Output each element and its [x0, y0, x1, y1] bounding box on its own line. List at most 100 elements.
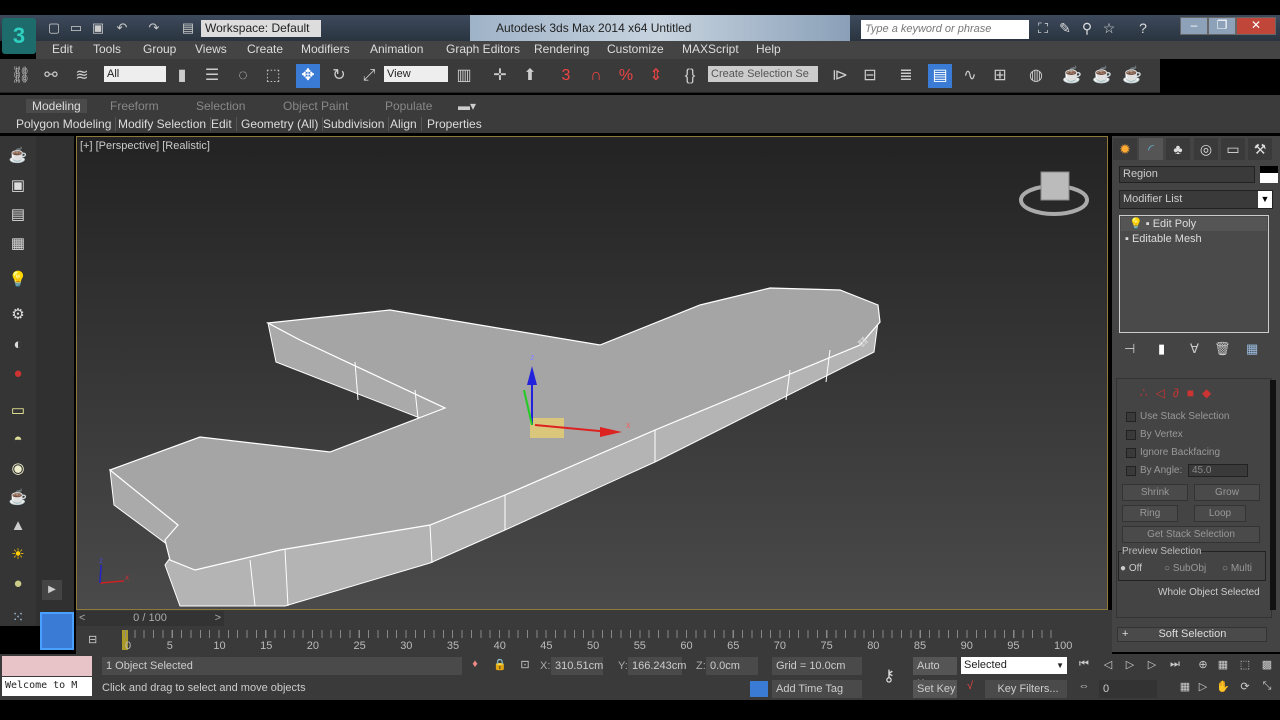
key-curve-icon[interactable]: √ [961, 680, 979, 696]
tick-label: 40 [493, 640, 506, 652]
stack-item-editable-mesh[interactable]: ▪ Editable Mesh [1121, 232, 1267, 246]
previous-frame-icon[interactable]: ◁ [1099, 658, 1117, 674]
motion-tab-icon[interactable]: ◎ [1194, 138, 1218, 160]
z-coordinate-field[interactable]: 0.0cm [706, 657, 758, 675]
go-to-end-icon[interactable]: ⏭ [1166, 658, 1184, 674]
gizmo-z-label: z [530, 352, 535, 362]
next-frame-icon[interactable]: ▷ [1143, 658, 1161, 674]
preview-subobj-radio[interactable]: ○ SubObj [1164, 563, 1206, 574]
tick-label: 25 [353, 640, 366, 652]
zoom-icon[interactable]: ⊕ [1194, 658, 1212, 674]
move-cursor-icon: ✥ [857, 334, 869, 350]
key-mode-toggle-icon[interactable]: ⇔ [1075, 680, 1093, 696]
stack-item-label: Edit Poly [1152, 218, 1197, 230]
get-stack-selection-button[interactable]: Get Stack Selection [1122, 526, 1260, 543]
use-stack-selection-label: Use Stack Selection [1140, 411, 1230, 422]
shrink-button[interactable]: Shrink [1122, 484, 1188, 501]
absolute-mode-icon[interactable]: ⊡ [516, 658, 534, 674]
stack-item-edit-poly[interactable]: 💡 ▪ Edit Poly [1121, 217, 1267, 231]
time-configuration-icon[interactable]: ▦ [1176, 680, 1194, 696]
tick-label: 0 [125, 640, 132, 652]
time-tag-icon[interactable] [750, 681, 768, 697]
ring-button[interactable]: Ring [1122, 505, 1178, 522]
prev-frame-arrow[interactable]: < [79, 611, 85, 626]
go-to-start-icon[interactable]: ⏮ [1075, 658, 1093, 674]
current-frame-field[interactable]: 0 [1099, 680, 1157, 698]
by-vertex-checkbox[interactable] [1126, 430, 1136, 440]
maximize-viewport-icon[interactable]: ⤡ [1258, 680, 1276, 696]
tick-label: 85 [913, 640, 927, 652]
preview-off-label: Off [1128, 563, 1142, 574]
preview-multi-radio[interactable]: ○ Multi [1222, 563, 1252, 574]
viewcube[interactable] [1019, 171, 1089, 216]
expand-icon: + [1122, 628, 1129, 640]
set-keys-icon[interactable]: ⚷ [870, 660, 908, 694]
gizmo-x-label: x [626, 420, 631, 430]
isolate-selection-icon[interactable]: ♦ [466, 658, 484, 674]
x-coordinate-field[interactable]: 310.51cm [551, 657, 603, 675]
key-mode-dropdown[interactable]: Selected ▼ [961, 657, 1067, 674]
selection-lock-icon[interactable]: 🔒 [491, 658, 509, 674]
pin-stack-icon[interactable]: ⊣ [1124, 341, 1135, 357]
soft-selection-rollout[interactable]: + Soft Selection [1117, 627, 1267, 642]
play-icon[interactable]: ▷ [1121, 658, 1139, 674]
tick-label: 65 [727, 640, 740, 652]
axis-x-label: x [125, 573, 129, 582]
tick-label: 100 [1054, 640, 1073, 652]
ignore-backfacing-label: Ignore Backfacing [1140, 447, 1221, 458]
grid-size: Grid = 10.0cm [772, 657, 862, 675]
use-stack-selection-checkbox[interactable] [1126, 412, 1136, 422]
display-tab-icon[interactable]: ▭ [1221, 138, 1245, 160]
utilities-tab-icon[interactable]: ⚒ [1248, 138, 1272, 160]
modify-tab-icon[interactable]: ◜ [1139, 138, 1163, 160]
selection-status: Whole Object Selected [1158, 587, 1260, 598]
mini-curve-editor-button[interactable] [40, 612, 74, 650]
zoom-extents-all-icon[interactable]: ▩ [1258, 658, 1276, 674]
tick-label: 30 [400, 640, 413, 652]
y-coordinate-field[interactable]: 166.243cm [628, 657, 686, 675]
by-angle-checkbox[interactable] [1126, 466, 1136, 476]
time-slider[interactable]: <0 / 100 > [76, 611, 224, 626]
command-panel-scrollbar[interactable] [1270, 380, 1276, 610]
stack-item-label: Editable Mesh [1131, 233, 1202, 245]
x-label: X: [540, 660, 551, 672]
orbit-icon[interactable]: ⟳ [1236, 680, 1254, 696]
zoom-extents-icon[interactable]: ⬚ [1236, 658, 1254, 674]
add-time-tag-button[interactable]: Add Time Tag [772, 680, 862, 698]
track-bar-ticks[interactable] [125, 630, 1060, 638]
pan-icon[interactable]: ✋ [1214, 680, 1232, 696]
maxscript-listener-input[interactable]: Welcome to M [2, 677, 92, 696]
auto-key-button[interactable]: Auto Key [913, 657, 957, 690]
tick-label: 50 [587, 640, 600, 652]
set-key-button[interactable]: Set Key [913, 680, 957, 698]
angle-spinner[interactable]: 45.0 [1188, 464, 1248, 477]
zoom-all-icon[interactable]: ▦ [1214, 658, 1232, 674]
tick-label: 95 [1007, 640, 1020, 652]
soft-selection-label: Soft Selection [1158, 628, 1227, 640]
ignore-backfacing-checkbox[interactable] [1126, 448, 1136, 458]
grow-button[interactable]: Grow [1194, 484, 1260, 501]
hierarchy-tab-icon[interactable]: ♣ [1166, 138, 1190, 160]
next-frame-arrow[interactable]: > [215, 611, 221, 626]
tick-label: 55 [633, 640, 646, 652]
subobject-level-icons[interactable]: ∴◁∂■◆ [1140, 386, 1219, 400]
by-vertex-label: By Vertex [1140, 429, 1183, 440]
maxscript-listener-output[interactable] [2, 656, 92, 676]
preview-off-radio[interactable]: ● Off [1120, 563, 1142, 574]
track-bar-filter-icon[interactable]: ⊟ [88, 633, 97, 646]
make-unique-icon[interactable]: ∀ [1190, 341, 1199, 357]
modifier-list-dropdown[interactable]: Modifier List ▼ [1119, 190, 1273, 209]
remove-modifier-icon[interactable]: 🗑 [1214, 341, 1231, 357]
y-label: Y: [618, 660, 628, 672]
field-of-view-icon[interactable]: ▷ [1194, 680, 1212, 696]
viewport-label[interactable]: [+] [Perspective] [Realistic] [80, 140, 210, 152]
key-filters-button[interactable]: Key Filters... [985, 680, 1067, 698]
axis-z-label: z [99, 556, 103, 565]
create-tab-icon[interactable]: ✹ [1113, 138, 1137, 160]
loop-button[interactable]: Loop [1194, 505, 1246, 522]
show-end-result-icon[interactable]: ▮ [1158, 341, 1165, 357]
configure-sets-icon[interactable]: ▦ [1246, 341, 1258, 357]
object-color-swatch[interactable] [1260, 166, 1278, 183]
object-name-field[interactable]: Region [1119, 166, 1255, 183]
chevron-down-icon: ▼ [1056, 661, 1064, 670]
